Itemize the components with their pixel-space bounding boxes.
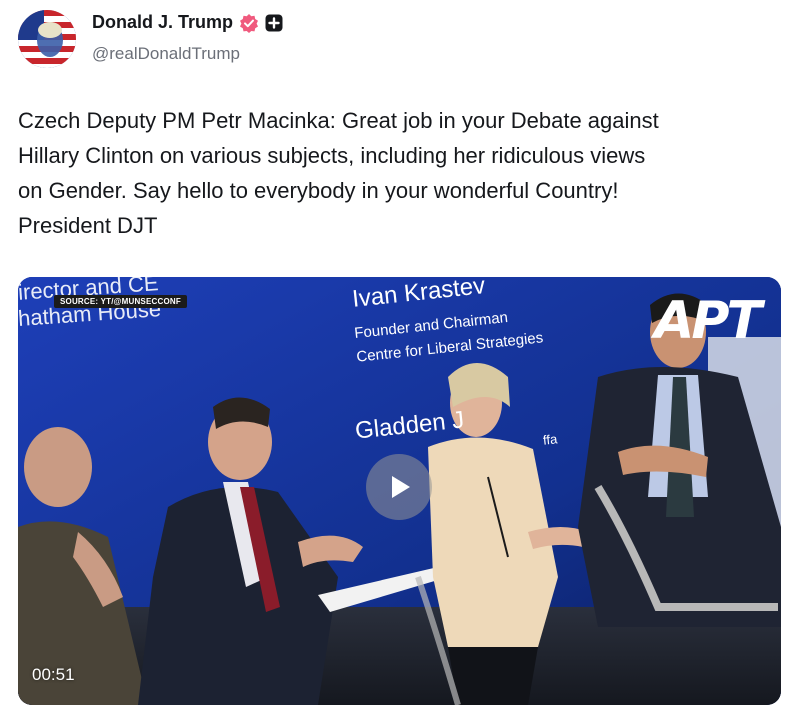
post-text-line: Czech Deputy PM Petr Macinka: Great job … — [18, 108, 659, 133]
truth-plus-icon — [265, 14, 283, 32]
video-duration: 00:51 — [32, 665, 75, 684]
play-icon — [392, 476, 410, 498]
post-text-line: on Gender. Say hello to everybody in you… — [18, 178, 619, 203]
post-text-line: President DJT — [18, 213, 158, 238]
source-tag: SOURCE: YT/@MUNSECCONF — [54, 295, 187, 308]
post-text-line: Hillary Clinton on various subjects, inc… — [18, 143, 646, 168]
avatar[interactable] — [18, 10, 76, 68]
apt-logo: APT — [654, 291, 762, 351]
play-button[interactable] — [366, 454, 432, 520]
video-player[interactable]: irector and CE hatham House Ivan Krastev… — [18, 277, 781, 705]
author-display-name[interactable]: Donald J. Trump — [92, 12, 233, 33]
backdrop-text-fragment: ffa — [542, 431, 558, 448]
author-handle[interactable]: @realDonaldTrump — [92, 44, 240, 64]
verified-badge-icon — [239, 13, 259, 33]
post-text: Czech Deputy PM Petr Macinka: Great job … — [18, 103, 788, 243]
author-name-row: Donald J. Trump — [92, 12, 283, 33]
